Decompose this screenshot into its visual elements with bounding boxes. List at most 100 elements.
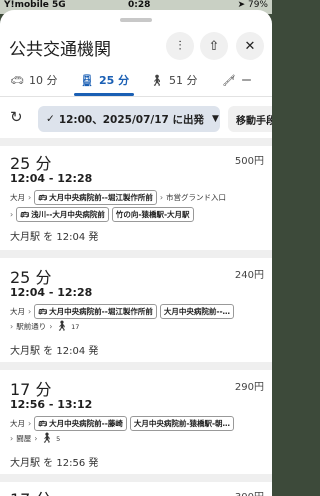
close-button[interactable]: ✕ — [236, 32, 264, 60]
sliders-icon: ⫶ — [178, 38, 182, 54]
car-icon: 🚗︎ — [10, 73, 24, 87]
route-times: 12:56 - 13:12 — [10, 398, 93, 411]
route-fare: 290円 — [234, 382, 264, 393]
directions-sheet: 公共交通機関 ⫶ ⇧ ✕ 🚗︎ 10 分 🚆︎ 25 分 🚶︎ 51 分 🦯︎ … — [0, 10, 272, 496]
route-departure: 大月駅 を 12:04 発 — [10, 346, 99, 357]
divider — [0, 96, 272, 97]
route-steps: 大月 › 🚌︎ 大月中央病院前--堀江製作所前 大月中央病院前--… — [10, 304, 235, 319]
divider — [0, 362, 272, 370]
page-title: 公共交通機関 — [9, 40, 111, 60]
transfer-stop: 市営グランド入口 — [166, 193, 227, 202]
origin-station: 大月 — [10, 307, 25, 316]
bus-line-label: 大月中央病院前--… — [163, 307, 231, 316]
chevron-right-icon: › — [34, 434, 38, 443]
route-times: 12:04 - 12:28 — [10, 286, 93, 299]
divider — [0, 474, 272, 482]
bus-line-badge: 🚌︎ 大月中央病院前--藤崎 — [34, 416, 127, 431]
chevron-right-icon: › — [10, 434, 14, 443]
filter-button[interactable]: ⫶ — [166, 32, 194, 60]
bus-line-label: 浅川--大月中央病院前 — [31, 210, 105, 219]
tab-transit[interactable]: 🚆︎ 25 分 — [80, 72, 129, 88]
bus-line-label: 大月中央病院前-猿橋駅-朝… — [133, 419, 231, 428]
bus-line-badge: 大月中央病院前--… — [159, 304, 235, 319]
divider — [0, 250, 272, 258]
close-icon: ✕ — [244, 38, 256, 54]
bus-line-badge: 🚌︎ 大月中央病院前--堀江製作所前 — [34, 304, 157, 319]
walk-minutes: 5 — [56, 434, 61, 443]
route-duration: 25 分 — [10, 154, 52, 173]
tab-walking[interactable]: 🚶︎ 51 分 — [150, 72, 197, 88]
walk-icon: 🚶︎ — [40, 433, 54, 444]
train-icon: 🚆︎ — [80, 73, 94, 87]
walk-minutes: 17 — [71, 322, 80, 331]
route-steps: 大月 › 🚌︎ 大月中央病院前--藤崎 大月中央病院前-猿橋駅-朝… — [10, 416, 235, 431]
route-steps: › 🚌︎ 浅川--大月中央病院前 竹の向-猿橋駅-大月駅 — [10, 207, 194, 222]
bus-icon: 🚌︎ — [38, 307, 48, 316]
carrier-label: Y!mobile 5G — [4, 0, 66, 10]
bus-line-badge: 🚌︎ 大月中央病院前--堀江製作所前 — [34, 190, 157, 205]
chevron-right-icon: › — [28, 307, 32, 316]
route-steps: › 駅前通り › 🚶︎ 17 — [10, 321, 79, 332]
divider — [0, 138, 272, 146]
walk-icon: 🚶︎ — [150, 73, 164, 87]
battery-label: 79% — [247, 0, 268, 10]
sheet-grabber[interactable] — [120, 18, 152, 22]
refresh-icon: ↻ — [10, 108, 23, 126]
tab-driving[interactable]: 🚗︎ 10 分 — [10, 72, 57, 88]
route-card[interactable]: 25 分 240円 12:04 - 12:28 大月 › 🚌︎ 大月中央病院前--… — [0, 264, 272, 362]
refresh-button[interactable]: ↻ — [10, 108, 23, 126]
route-card[interactable]: 17 分 300円 — [0, 486, 272, 496]
bus-icon: 🚌︎ — [38, 419, 48, 428]
transfer-stop: 駅前通り — [16, 322, 47, 331]
bus-icon: 🚌︎ — [20, 210, 30, 219]
location-icon: ➤ — [237, 0, 246, 10]
share-button[interactable]: ⇧ — [200, 32, 228, 60]
tab-accessible[interactable]: 🦯︎ ー — [222, 72, 252, 88]
transfer-stop: 闘屋 — [16, 434, 32, 443]
chevron-right-icon: › — [49, 322, 53, 331]
travel-mode-tabs: 🚗︎ 10 分 🚆︎ 25 分 🚶︎ 51 分 🦯︎ ー — [0, 66, 272, 96]
bus-line-label: 大月中央病院前--藤崎 — [49, 419, 123, 428]
route-fare: 240円 — [234, 270, 264, 281]
origin-station: 大月 — [10, 193, 25, 202]
check-icon: ✓ — [46, 113, 55, 125]
bus-line-badge: 竹の向-猿橋駅-大月駅 — [111, 207, 194, 222]
share-icon: ⇧ — [208, 38, 220, 54]
battery-indicator: ➤ 79% — [238, 0, 268, 10]
route-fare: 300円 — [235, 488, 264, 496]
depart-time-label: 12:00、2025/07/17 に出発 — [58, 113, 205, 126]
chevron-right-icon: › — [28, 419, 32, 428]
tab-accessible-label: ー — [240, 74, 252, 87]
transport-options-label: 移動手段 — [236, 115, 272, 127]
route-duration: 25 分 — [10, 268, 52, 287]
route-card[interactable]: 17 分 290円 12:56 - 13:12 大月 › 🚌︎ 大月中央病院前--… — [0, 376, 272, 474]
chevron-right-icon: › — [28, 193, 32, 202]
route-duration: 17 分 — [10, 380, 52, 399]
tab-transit-label: 25 分 — [98, 74, 130, 87]
bus-line-badge: 大月中央病院前-猿橋駅-朝… — [129, 416, 235, 431]
route-departure: 大月駅 を 12:04 発 — [10, 232, 99, 243]
chevron-right-icon: › — [10, 210, 14, 219]
clock: 0:28 — [128, 0, 151, 10]
origin-station: 大月 — [10, 419, 25, 428]
chevron-right-icon: › — [159, 193, 164, 202]
dropdown-icon: ▼ — [212, 114, 219, 124]
bus-line-label: 大月中央病院前--堀江製作所前 — [49, 193, 153, 202]
transport-options-chip[interactable]: 移動手段 — [228, 106, 272, 132]
tab-driving-label: 10 分 — [28, 74, 58, 87]
route-fare: 500円 — [234, 156, 264, 167]
route-times: 12:04 - 12:28 — [10, 172, 93, 185]
bus-line-label: 大月中央病院前--堀江製作所前 — [49, 307, 153, 316]
bus-line-badge: 🚌︎ 浅川--大月中央病院前 — [16, 207, 109, 222]
bus-icon: 🚌︎ — [38, 193, 48, 202]
depart-time-chip[interactable]: ✓ 12:00、2025/07/17 に出発 ▼ — [38, 106, 220, 132]
route-duration: 17 分 — [10, 486, 51, 496]
route-card[interactable]: 25 分 500円 12:04 - 12:28 大月 › 🚌︎ 大月中央病院前--… — [0, 150, 272, 250]
chevron-right-icon: › — [10, 322, 14, 331]
bus-line-label: 竹の向-猿橋駅-大月駅 — [115, 210, 190, 219]
walk-icon: 🚶︎ — [55, 321, 69, 332]
route-departure: 大月駅 を 12:56 発 — [10, 458, 99, 469]
route-steps: 大月 › 🚌︎ 大月中央病院前--堀江製作所前 › 市営グランド入口 — [10, 190, 226, 205]
route-steps: › 闘屋 › 🚶︎ 5 — [10, 433, 60, 444]
cane-icon: 🦯︎ — [222, 73, 236, 87]
